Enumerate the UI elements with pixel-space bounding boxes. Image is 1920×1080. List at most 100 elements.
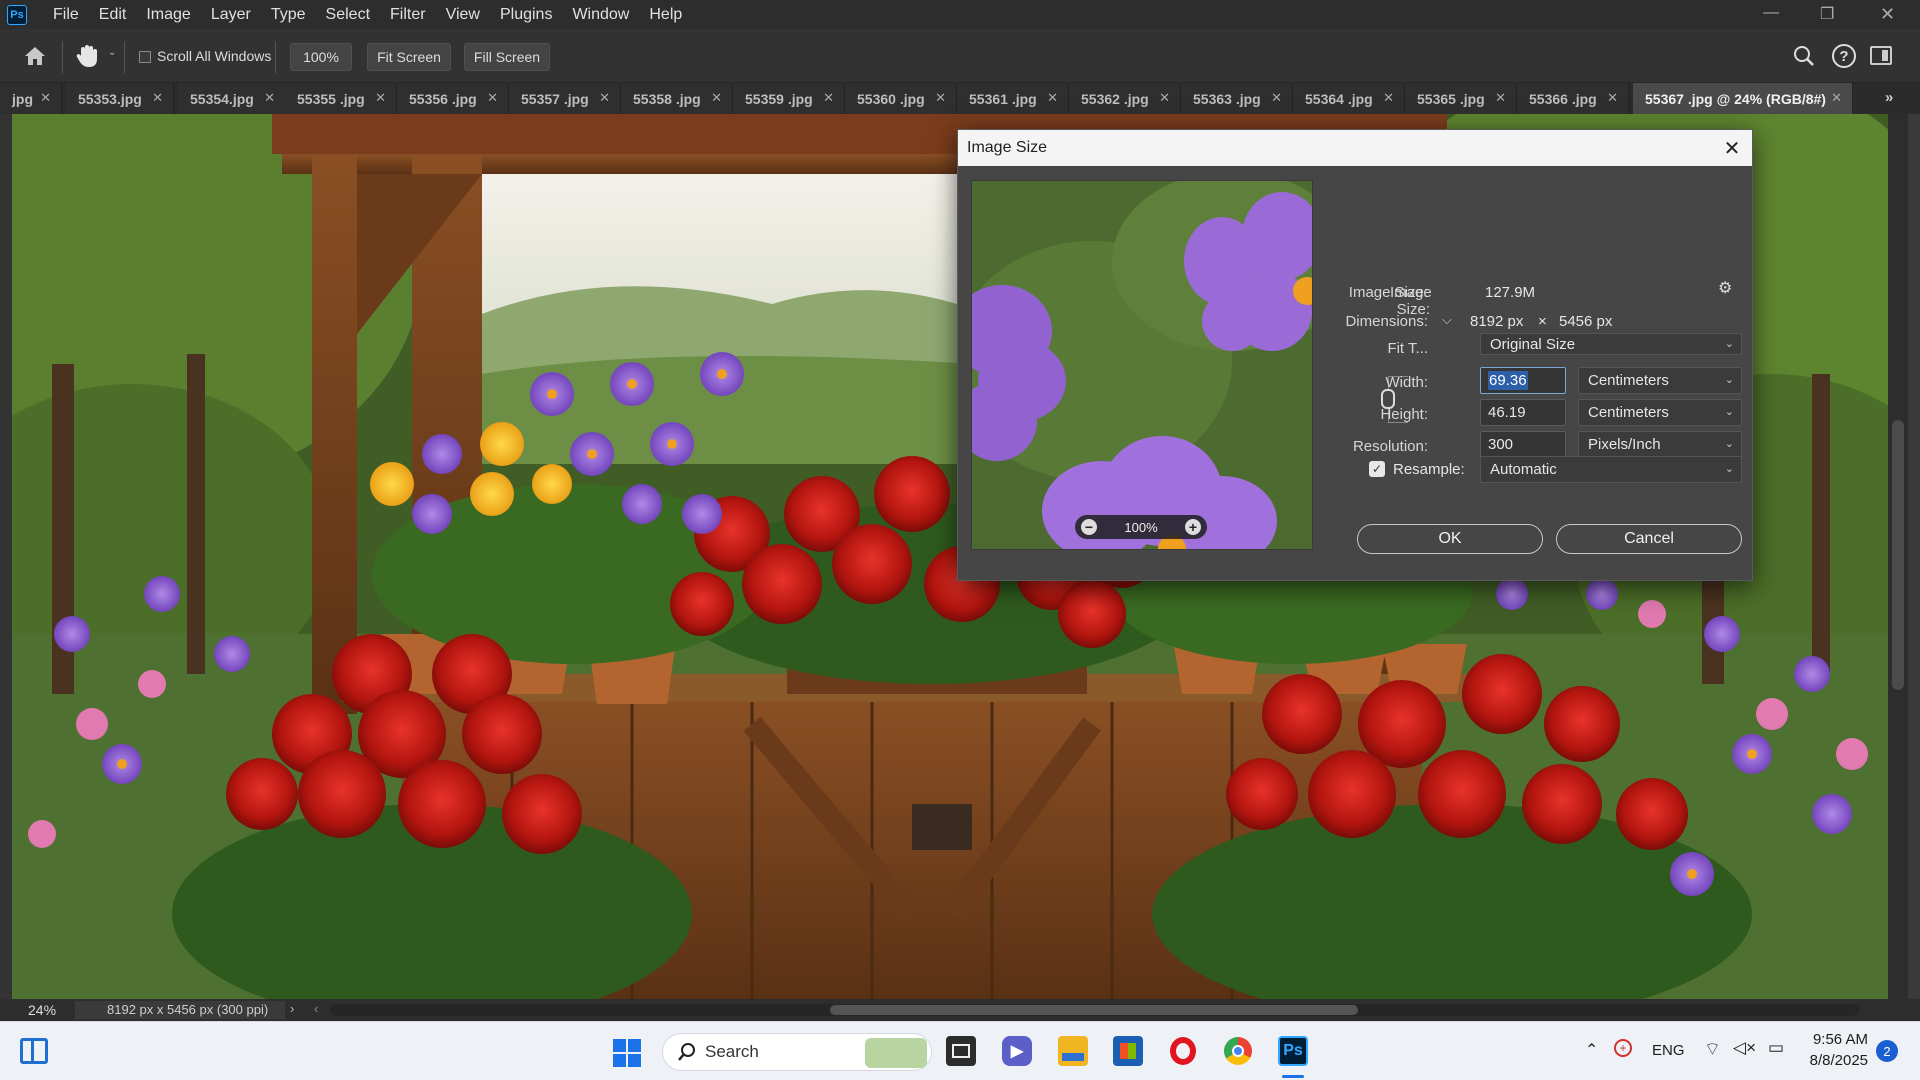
menu-edit[interactable]: Edit: [89, 6, 137, 24]
close-icon[interactable]: ✕: [1495, 90, 1506, 106]
menu-window[interactable]: Window: [562, 6, 639, 24]
widgets-icon[interactable]: [20, 1038, 48, 1064]
resample-checkbox[interactable]: ✓: [1369, 461, 1385, 477]
help-icon[interactable]: ?: [1832, 44, 1856, 68]
workspace-icon[interactable]: [1870, 46, 1892, 65]
document-tab[interactable]: 55365 .jpg ✕: [1405, 83, 1517, 114]
document-tab[interactable]: 55360 .jpg ✕: [845, 83, 957, 114]
close-icon[interactable]: ✕: [264, 90, 275, 106]
home-icon[interactable]: [22, 43, 48, 69]
document-tab[interactable]: 55361 .jpg ✕: [957, 83, 1069, 114]
zoom-level[interactable]: 24%: [28, 1002, 56, 1018]
document-tab[interactable]: 55354.jpg ✕: [178, 83, 286, 114]
zoom-in-icon[interactable]: +: [1185, 519, 1201, 535]
opera-icon[interactable]: [1168, 1036, 1198, 1066]
width-unit-dropdown[interactable]: Centimeters ⌄: [1578, 367, 1742, 394]
clock-date[interactable]: 8/8/2025: [1800, 1052, 1868, 1069]
ok-button[interactable]: OK: [1357, 524, 1543, 554]
cancel-button[interactable]: Cancel: [1556, 524, 1742, 554]
document-tab[interactable]: 55362 .jpg ✕: [1069, 83, 1181, 114]
close-icon[interactable]: ✕: [375, 90, 386, 106]
dialog-title-bar[interactable]: Image Size ✕: [958, 130, 1752, 166]
close-icon[interactable]: ✕: [487, 90, 498, 106]
horizontal-scrollbar-thumb[interactable]: [830, 1005, 1358, 1015]
close-icon[interactable]: ✕: [1831, 90, 1842, 106]
resample-dropdown[interactable]: Automatic ⌄: [1480, 456, 1742, 483]
zoom-100-button[interactable]: 100%: [290, 43, 352, 71]
document-tab[interactable]: 55359 .jpg ✕: [733, 83, 845, 114]
close-window-icon[interactable]: ✕: [1880, 4, 1895, 25]
task-view-icon[interactable]: [946, 1036, 976, 1066]
file-explorer-icon[interactable]: [1058, 1036, 1088, 1066]
menu-type[interactable]: Type: [261, 6, 316, 24]
menu-filter[interactable]: Filter: [380, 6, 436, 24]
height-unit-dropdown[interactable]: Centimeters ⌄: [1578, 399, 1742, 426]
fill-screen-button[interactable]: Fill Screen: [464, 43, 550, 71]
menu-layer[interactable]: Layer: [201, 6, 261, 24]
start-windows-icon[interactable]: [613, 1039, 641, 1067]
menu-help[interactable]: Help: [639, 6, 692, 24]
language-indicator[interactable]: ENG: [1652, 1042, 1685, 1059]
close-icon[interactable]: ✕: [1383, 90, 1394, 106]
vertical-scrollbar-thumb[interactable]: [1892, 420, 1904, 690]
image-preview[interactable]: − 100% +: [971, 180, 1313, 550]
wifi-icon[interactable]: ⌔: [1704, 1038, 1721, 1061]
hand-tool-icon[interactable]: [74, 42, 100, 70]
document-tab[interactable]: jpg ✕: [0, 83, 62, 114]
document-tab-active[interactable]: 55367 .jpg @ 24% (RGB/8#) ✕: [1633, 83, 1853, 114]
close-icon[interactable]: ✕: [1271, 90, 1282, 106]
microsoft-store-icon[interactable]: [1113, 1036, 1143, 1066]
fit-screen-button[interactable]: Fit Screen: [367, 43, 451, 71]
scroll-all-windows-checkbox[interactable]: [139, 51, 151, 63]
close-icon[interactable]: ✕: [935, 90, 946, 106]
close-icon[interactable]: ✕: [40, 90, 51, 106]
close-icon[interactable]: ✕: [1159, 90, 1170, 106]
tab-overflow-icon[interactable]: »: [1885, 89, 1893, 106]
fit-to-dropdown[interactable]: Original Size ⌄: [1480, 333, 1742, 355]
menu-image[interactable]: Image: [136, 6, 200, 24]
document-tab[interactable]: 55366 .jpg ✕: [1517, 83, 1629, 114]
menu-plugins[interactable]: Plugins: [490, 6, 562, 24]
gear-icon[interactable]: ⚙: [1718, 278, 1732, 298]
resolution-unit-dropdown[interactable]: Pixels/Inch ⌄: [1578, 431, 1742, 458]
close-icon[interactable]: ✕: [1607, 90, 1618, 106]
meet-chat-icon[interactable]: ▶: [1002, 1036, 1032, 1066]
photoshop-taskbar-icon[interactable]: Ps: [1278, 1036, 1308, 1066]
document-tab[interactable]: 55363 .jpg ✕: [1181, 83, 1293, 114]
minimize-icon[interactable]: —: [1763, 4, 1779, 22]
battery-icon[interactable]: ▭: [1768, 1038, 1784, 1058]
speaker-muted-icon[interactable]: ◁×: [1733, 1038, 1756, 1058]
width-input[interactable]: 69.36: [1480, 367, 1566, 394]
notification-badge[interactable]: 2: [1876, 1040, 1898, 1062]
close-icon[interactable]: ✕: [152, 90, 163, 106]
restore-icon[interactable]: ❐: [1820, 4, 1834, 24]
close-icon[interactable]: ✕: [711, 90, 722, 106]
chrome-icon[interactable]: [1223, 1036, 1253, 1066]
menu-view[interactable]: View: [436, 6, 490, 24]
dimensions-dropdown-icon[interactable]: ⌵: [1442, 312, 1452, 328]
document-tab[interactable]: 55353.jpg ✕: [66, 83, 174, 114]
menu-file[interactable]: File: [43, 6, 89, 24]
document-tab[interactable]: 55358 .jpg ✕: [621, 83, 733, 114]
document-tab[interactable]: 55356 .jpg ✕: [397, 83, 509, 114]
close-icon[interactable]: ✕: [599, 90, 610, 106]
close-icon[interactable]: ✕: [1720, 136, 1744, 160]
chevron-up-icon[interactable]: ⌃: [1585, 1040, 1598, 1060]
menu-select[interactable]: Select: [316, 6, 380, 24]
search-icon[interactable]: [1792, 44, 1816, 68]
vpn-icon[interactable]: +: [1614, 1039, 1632, 1057]
horizontal-scrollbar[interactable]: [330, 1004, 1860, 1016]
close-icon[interactable]: ✕: [823, 90, 834, 106]
document-tab[interactable]: 55364 .jpg ✕: [1293, 83, 1405, 114]
resolution-input[interactable]: 300: [1480, 431, 1566, 458]
clock-time[interactable]: 9:56 AM: [1808, 1031, 1868, 1048]
chevron-down-icon[interactable]: ⌄: [108, 47, 116, 58]
document-tab[interactable]: 55357 .jpg ✕: [509, 83, 621, 114]
document-tab[interactable]: 55355 .jpg ✕: [285, 83, 397, 114]
zoom-out-icon[interactable]: −: [1081, 519, 1097, 535]
chevron-left-icon[interactable]: ‹: [314, 1001, 318, 1016]
chevron-right-icon[interactable]: ›: [290, 1001, 294, 1016]
taskbar-search[interactable]: Search: [662, 1033, 932, 1071]
height-input[interactable]: 46.19: [1480, 399, 1566, 426]
close-icon[interactable]: ✕: [1047, 90, 1058, 106]
